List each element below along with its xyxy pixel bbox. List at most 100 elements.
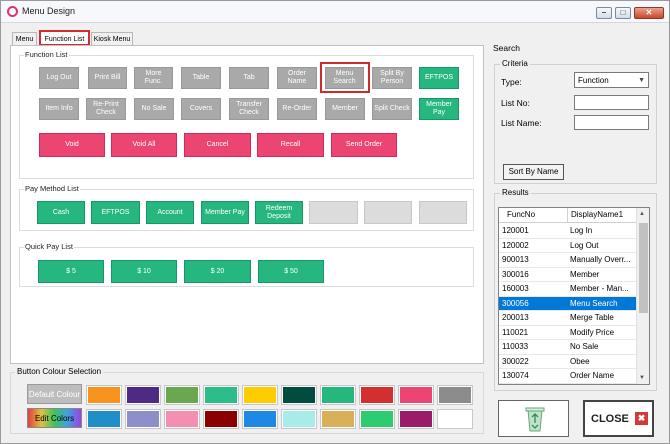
pay-button-account[interactable]: Account xyxy=(146,201,194,224)
cell-funcno: 300022 xyxy=(502,356,529,366)
results-grid[interactable]: FuncNo DisplayName1 120001 Log In 120002 Lo… xyxy=(498,207,650,385)
colour-swatch[interactable] xyxy=(164,409,200,429)
results-header: FuncNo DisplayName1 xyxy=(499,208,636,223)
quick-pay-button-10[interactable]: $ 10 xyxy=(111,260,177,283)
colour-swatch[interactable] xyxy=(281,385,317,405)
pay-button-redeem-deposit[interactable]: Redeem Deposit xyxy=(255,201,303,224)
function-button-send-order[interactable]: Send Order xyxy=(331,133,397,157)
colour-swatch[interactable] xyxy=(242,385,278,405)
app-icon xyxy=(7,6,18,17)
colour-swatch[interactable] xyxy=(86,409,122,429)
results-scrollbar[interactable]: ▲ ▼ xyxy=(636,208,649,384)
function-button-re-print-check[interactable]: Re-Print Check xyxy=(86,98,126,120)
function-button-recall[interactable]: Recall xyxy=(257,133,324,157)
scroll-down-icon[interactable]: ▼ xyxy=(639,375,645,381)
cell-displayname: Obee xyxy=(570,356,590,366)
maximize-icon: □ xyxy=(620,8,626,17)
function-button-more-func[interactable]: More Func. xyxy=(134,67,173,89)
table-row[interactable]: 160003 Member - Man... xyxy=(499,282,636,297)
table-row[interactable]: 120001 Log In xyxy=(499,224,636,239)
tab-menu[interactable]: Menu xyxy=(12,32,37,46)
menu-design-window: Menu Design – □ ✕ Menu Function List Kio… xyxy=(0,0,670,444)
table-row[interactable]: 300016 Member xyxy=(499,268,636,282)
scroll-thumb[interactable] xyxy=(639,223,648,313)
table-row[interactable]: 120002 Log Out xyxy=(499,239,636,253)
table-row[interactable]: 300022 Obee xyxy=(499,355,636,369)
tab-kiosk-menu[interactable]: Kiosk Menu xyxy=(91,32,133,46)
colour-swatch[interactable] xyxy=(437,409,473,429)
title-bar: Menu Design – □ ✕ xyxy=(1,1,669,23)
function-button-order-name[interactable]: Order Name xyxy=(277,67,317,89)
edit-colors-button[interactable]: Edit Colors xyxy=(27,408,82,428)
close-button[interactable]: CLOSE ✖ xyxy=(583,400,654,437)
pay-button-empty[interactable] xyxy=(309,201,358,224)
table-row[interactable]: 900013 Manually Overr... xyxy=(499,253,636,268)
colour-swatch[interactable] xyxy=(125,409,161,429)
function-button-item-info[interactable]: Item Info xyxy=(39,98,79,120)
pay-button-empty[interactable] xyxy=(364,201,412,224)
function-button-member-pay[interactable]: Member Pay xyxy=(419,98,459,120)
table-row[interactable]: 110033 No Sale xyxy=(499,340,636,355)
function-button-tab[interactable]: Tab xyxy=(229,67,269,89)
colour-swatch[interactable] xyxy=(359,409,395,429)
default-colour-button[interactable]: Default Colour xyxy=(27,384,82,404)
chevron-down-icon: ▼ xyxy=(638,77,645,84)
function-button-transfer-check[interactable]: Transfer Check xyxy=(229,98,269,120)
table-row[interactable]: 110021 Modify Price xyxy=(499,326,636,340)
quick-pay-button-50[interactable]: $ 50 xyxy=(258,260,324,283)
window-close-button[interactable]: ✕ xyxy=(634,7,664,19)
type-select[interactable]: Function ▼ xyxy=(574,72,649,88)
colour-swatch[interactable] xyxy=(359,385,395,405)
quick-pay-button-20[interactable]: $ 20 xyxy=(184,260,251,283)
pay-method-title: Pay Method List xyxy=(24,184,80,193)
cell-displayname: Menu Search xyxy=(570,298,618,308)
function-button-no-sale[interactable]: No Sale xyxy=(134,98,174,120)
list-name-input[interactable] xyxy=(574,115,649,130)
table-row[interactable]: 200013 Merge Table xyxy=(499,311,636,326)
column-header-funcno[interactable]: FuncNo xyxy=(507,210,535,219)
column-header-displayname1[interactable]: DisplayName1 xyxy=(567,208,623,223)
table-row[interactable]: 300056 Menu Search xyxy=(499,296,636,311)
recycle-bin-button[interactable] xyxy=(498,400,569,437)
function-button-void[interactable]: Void xyxy=(39,133,105,157)
list-no-input[interactable] xyxy=(574,95,649,110)
pay-button-cash[interactable]: Cash xyxy=(37,201,85,224)
minimize-button[interactable]: – xyxy=(596,7,612,19)
function-button-split-check[interactable]: Split Check xyxy=(372,98,412,120)
function-button-eftpos[interactable]: EFTPOS xyxy=(419,67,459,89)
colour-swatch[interactable] xyxy=(203,409,239,429)
function-button-log-out[interactable]: Log Out xyxy=(39,67,79,89)
pay-button-eftpos[interactable]: EFTPOS xyxy=(91,201,140,224)
colour-swatch[interactable] xyxy=(398,409,434,429)
colour-swatch[interactable] xyxy=(281,409,317,429)
colour-swatch[interactable] xyxy=(125,385,161,405)
table-row[interactable]: 130074 Order Name xyxy=(499,369,636,384)
colour-swatch[interactable] xyxy=(86,385,122,405)
colour-swatch[interactable] xyxy=(164,385,200,405)
close-x-icon: ✖ xyxy=(635,412,648,425)
window-title: Menu Design xyxy=(22,6,76,16)
colour-swatch[interactable] xyxy=(437,385,473,405)
colour-swatch[interactable] xyxy=(398,385,434,405)
maximize-button[interactable]: □ xyxy=(615,7,631,19)
colour-swatch[interactable] xyxy=(320,385,356,405)
scroll-up-icon[interactable]: ▲ xyxy=(639,211,645,217)
quick-pay-button-5[interactable]: $ 5 xyxy=(38,260,104,283)
colour-swatch[interactable] xyxy=(203,385,239,405)
function-button-split-by-person[interactable]: Split By Person xyxy=(372,67,412,89)
function-button-table[interactable]: Table xyxy=(181,67,221,89)
cell-funcno: 120001 xyxy=(502,226,529,235)
function-button-member[interactable]: Member xyxy=(325,98,365,120)
pay-button-member-pay[interactable]: Member Pay xyxy=(201,201,249,224)
function-button-cancel[interactable]: Cancel xyxy=(184,133,251,157)
sort-by-name-button[interactable]: Sort By Name xyxy=(503,164,564,180)
function-button-void-all[interactable]: Void All xyxy=(111,133,177,157)
tab-function-list[interactable]: Function List xyxy=(39,30,90,46)
cell-funcno: 110021 xyxy=(502,327,529,337)
colour-swatch[interactable] xyxy=(320,409,356,429)
colour-swatch[interactable] xyxy=(242,409,278,429)
function-button-covers[interactable]: Covers xyxy=(181,98,221,120)
pay-button-empty[interactable] xyxy=(419,201,467,224)
function-button-print-bill[interactable]: Print Bill xyxy=(88,67,127,89)
function-button-re-order[interactable]: Re-Order xyxy=(277,98,317,120)
